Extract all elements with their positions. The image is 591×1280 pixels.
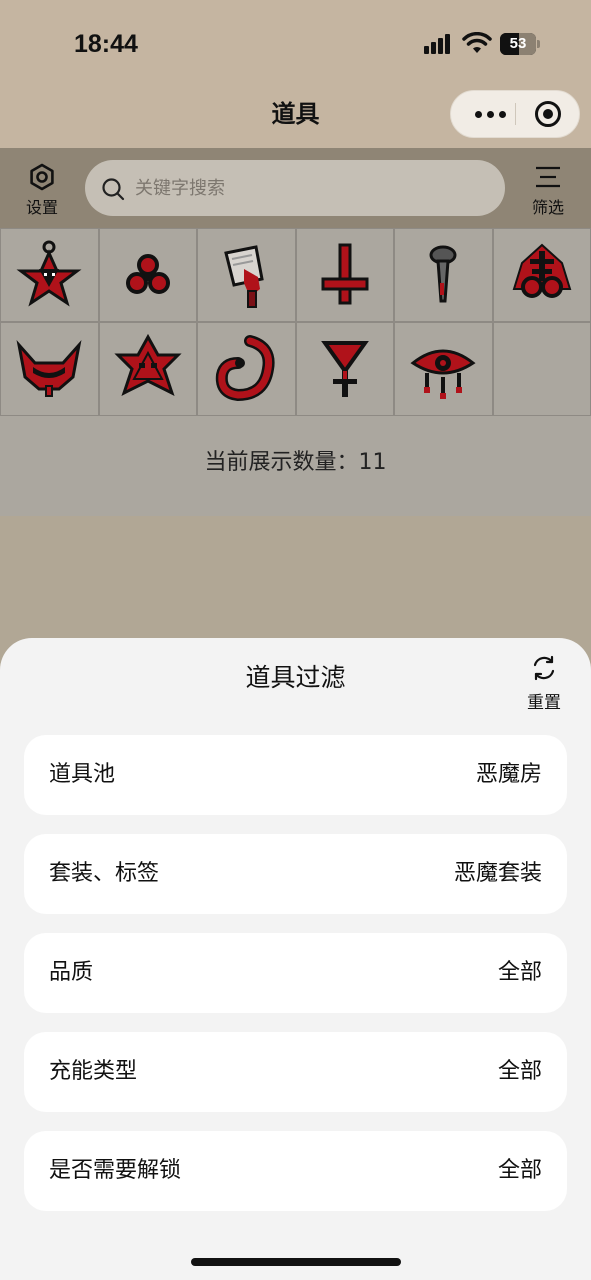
refresh-icon <box>533 655 555 681</box>
item-cell[interactable] <box>492 228 591 322</box>
horned-mask-icon <box>16 339 82 397</box>
filter-value: 全部 <box>497 1158 542 1183</box>
nav-bar: 道具 <box>0 90 591 148</box>
goat-pentagram-icon <box>16 240 82 307</box>
search-input[interactable] <box>135 160 485 216</box>
item-cell[interactable] <box>197 228 296 322</box>
blood-bag-icon <box>216 335 275 402</box>
count-area: 当前展示数量：11 <box>0 416 591 516</box>
gear-icon <box>30 163 54 191</box>
item-cell[interactable] <box>0 322 99 416</box>
close-miniprogram-icon[interactable] <box>535 101 561 127</box>
filter-label: 道具池 <box>49 762 116 787</box>
filter-sheet: 道具过滤 重置 道具池 恶魔房 套装、标签 恶魔套装 品质 全部 充能类型 全部… <box>0 638 591 1280</box>
status-time: 18:44 <box>74 30 138 58</box>
inverted-cross-icon <box>321 243 369 305</box>
filter-row-unlock[interactable]: 是否需要解锁 全部 <box>24 1131 567 1211</box>
dripping-eye-icon <box>410 349 476 399</box>
filter-label: 品质 <box>49 960 94 985</box>
battery-icon: 53 <box>500 33 540 55</box>
item-cell[interactable] <box>295 322 394 416</box>
battery-percent: 53 <box>509 35 527 52</box>
item-cell[interactable] <box>394 228 493 322</box>
filter-button[interactable]: 筛选 <box>518 162 578 218</box>
item-cell[interactable] <box>0 228 99 322</box>
filter-row-item-pool[interactable]: 道具池 恶魔房 <box>24 735 567 815</box>
filter-menu-icon <box>536 166 560 188</box>
triquetra-icon <box>125 254 170 294</box>
filter-value: 恶魔套装 <box>453 861 542 886</box>
filter-label: 套装、标签 <box>49 861 160 886</box>
demon-face-pentagram-icon <box>114 333 182 396</box>
toolbar: 设置 筛选 <box>0 148 591 228</box>
filter-row-charge-type[interactable]: 充能类型 全部 <box>24 1032 567 1112</box>
signal-icon <box>424 34 452 54</box>
reset-button[interactable]: 重置 <box>514 654 574 713</box>
item-cell[interactable] <box>295 228 394 322</box>
empty-cell <box>492 322 591 416</box>
sheet-title: 道具过滤 <box>245 663 346 692</box>
filter-label: 充能类型 <box>49 1059 138 1084</box>
item-grid <box>0 228 591 416</box>
filter-value: 全部 <box>497 1059 542 1084</box>
item-cell[interactable] <box>394 322 493 416</box>
item-cell[interactable] <box>98 322 197 416</box>
reset-label: 重置 <box>527 693 561 713</box>
mini-program-capsule <box>450 90 580 138</box>
filter-row-set-tag[interactable]: 套装、标签 恶魔套装 <box>24 834 567 914</box>
search-bar[interactable] <box>85 160 505 216</box>
nail-icon <box>429 245 457 303</box>
item-cell[interactable] <box>197 322 296 416</box>
filter-value: 恶魔房 <box>475 762 542 787</box>
filter-value: 全部 <box>497 960 542 985</box>
wifi-icon <box>462 32 492 53</box>
alchemy-symbol-icon <box>320 341 369 397</box>
filter-row-quality[interactable]: 品质 全部 <box>24 933 567 1013</box>
settings-label: 设置 <box>25 198 58 217</box>
search-icon <box>102 178 125 201</box>
status-bar: 18:44 53 <box>0 0 591 90</box>
more-options-icon[interactable] <box>465 91 515 137</box>
bloody-cleaver-icon <box>224 245 264 308</box>
leviathan-cross-icon <box>512 243 572 298</box>
filter-label: 筛选 <box>531 198 564 217</box>
filter-label: 是否需要解锁 <box>49 1158 182 1183</box>
home-indicator <box>191 1258 401 1266</box>
item-count-text: 当前展示数量：11 <box>204 450 387 475</box>
settings-button[interactable]: 设置 <box>12 162 72 218</box>
item-cell[interactable] <box>98 228 197 322</box>
